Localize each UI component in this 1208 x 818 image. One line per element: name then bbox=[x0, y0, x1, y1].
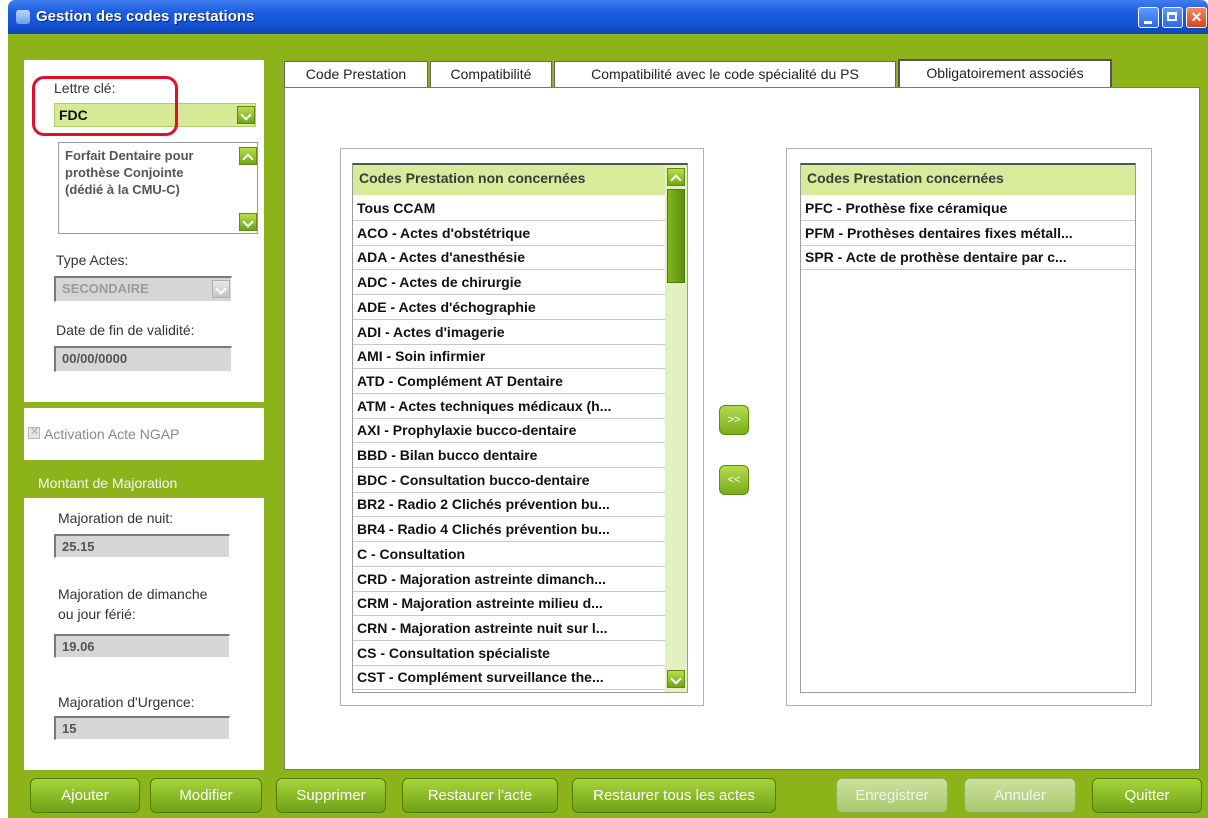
non-concernees-header: Codes Prestation non concernées bbox=[353, 165, 665, 195]
list-item[interactable]: AMI - Soin infirmier bbox=[353, 345, 665, 370]
date-fin-field[interactable]: 00/00/0000 bbox=[54, 346, 232, 372]
list-item[interactable]: BDC - Consultation bucco-dentaire bbox=[353, 469, 665, 493]
list-item[interactable]: SPR - Acte de prothèse dentaire par c... bbox=[801, 246, 1135, 271]
lettre-cle-highlight bbox=[32, 76, 178, 136]
list-item[interactable]: CRM - Majoration astreinte milieu d... bbox=[353, 592, 665, 617]
left-top-panel: Lettre clé: FDC Forfait Dentaire pour pr… bbox=[24, 60, 264, 402]
majoration-header: Montant de Majoration bbox=[38, 475, 178, 491]
list-item[interactable]: CS - Consultation spécialiste bbox=[353, 642, 665, 666]
type-actes-select[interactable]: SECONDAIRE bbox=[54, 276, 232, 302]
check-icon: ✕ bbox=[30, 426, 40, 438]
remove-from-concernees-button[interactable]: << bbox=[719, 465, 749, 495]
list-item[interactable]: BR2 - Radio 2 Clichés prévention bu... bbox=[353, 493, 665, 518]
list-item[interactable]: ADC - Actes de chirurgie bbox=[353, 271, 665, 296]
tab-obligatoirement-associes[interactable]: Obligatoirement associés bbox=[898, 59, 1112, 87]
quitter-button[interactable]: Quitter bbox=[1092, 778, 1202, 813]
type-actes-label: Type Actes: bbox=[56, 252, 129, 268]
list-item[interactable]: ACO - Actes d'obstétrique bbox=[353, 222, 665, 246]
list-item[interactable]: ADI - Actes d'imagerie bbox=[353, 321, 665, 345]
list-item[interactable]: CRD - Majoration astreinte dimanch... bbox=[353, 568, 665, 592]
list-item[interactable]: AXI - Prophylaxie bucco-dentaire bbox=[353, 419, 665, 444]
supprimer-button[interactable]: Supprimer bbox=[276, 778, 386, 813]
dimanche-label-line2: ou jour férié: bbox=[58, 606, 136, 622]
close-icon: ✕ bbox=[1190, 9, 1203, 25]
list-item[interactable]: CST - Complément surveillance the... bbox=[353, 666, 665, 691]
chevron-up-icon[interactable] bbox=[239, 147, 257, 165]
urgence-field[interactable]: 15 bbox=[54, 716, 230, 740]
type-actes-value: SECONDAIRE bbox=[62, 281, 149, 296]
list-item[interactable]: ATD - Complément AT Dentaire bbox=[353, 370, 665, 394]
dimanche-field[interactable]: 19.06 bbox=[54, 634, 230, 658]
chevron-down-icon[interactable] bbox=[237, 106, 255, 124]
list-item[interactable]: PFC - Prothèse fixe céramique bbox=[801, 197, 1135, 221]
tab-compatibilite-specialite[interactable]: Compatibilité avec le code spécialité du… bbox=[554, 61, 896, 87]
scroll-up-button[interactable] bbox=[667, 168, 685, 186]
majoration-panel: Majoration de nuit: 25.15 Majoration de … bbox=[24, 498, 264, 770]
description-box: Forfait Dentaire pour prothèse Conjointe… bbox=[58, 142, 258, 234]
chevron-down-icon[interactable] bbox=[239, 213, 257, 231]
maximize-button[interactable] bbox=[1162, 7, 1183, 28]
list-item[interactable]: ATM - Actes techniques médicaux (h... bbox=[353, 395, 665, 419]
title-bar[interactable]: Gestion des codes prestations ✕ bbox=[8, 0, 1208, 34]
add-to-concernees-button[interactable]: >> bbox=[719, 405, 749, 435]
list-item[interactable]: ADE - Actes d'échographie bbox=[353, 296, 665, 320]
chevron-down-icon[interactable] bbox=[212, 280, 230, 298]
window-title: Gestion des codes prestations bbox=[36, 8, 255, 25]
tab-code-prestation[interactable]: Code Prestation bbox=[284, 61, 428, 87]
annuler-button[interactable]: Annuler bbox=[964, 778, 1076, 813]
urgence-label: Majoration d'Urgence: bbox=[58, 694, 195, 710]
dimanche-label-line1: Majoration de dimanche bbox=[58, 586, 208, 602]
activation-label: Activation Acte NGAP bbox=[44, 426, 180, 442]
list-item[interactable]: PFM - Prothèses dentaires fixes métall..… bbox=[801, 222, 1135, 246]
maximize-icon bbox=[1163, 8, 1182, 27]
minimize-button[interactable] bbox=[1138, 7, 1159, 28]
activation-panel: ✕ Activation Acte NGAP bbox=[24, 408, 264, 460]
list-item[interactable]: ADA - Actes d'anesthésie bbox=[353, 246, 665, 271]
scroll-down-button[interactable] bbox=[667, 670, 685, 688]
non-concernees-list[interactable]: Codes Prestation non concernées Tous CCA… bbox=[352, 163, 688, 693]
description-text: Forfait Dentaire pour prothèse Conjointe… bbox=[65, 148, 194, 197]
nuit-field[interactable]: 25.15 bbox=[54, 534, 230, 558]
ajouter-button[interactable]: Ajouter bbox=[30, 778, 140, 813]
list-item[interactable]: BBD - Bilan bucco dentaire bbox=[353, 444, 665, 468]
app-icon bbox=[16, 10, 30, 24]
list-item[interactable]: C - Consultation bbox=[353, 543, 665, 567]
close-button[interactable]: ✕ bbox=[1186, 7, 1207, 28]
list-item[interactable]: Tous CCAM bbox=[353, 197, 665, 221]
minimize-icon bbox=[1139, 8, 1158, 27]
tab-compatibilite[interactable]: Compatibilité bbox=[430, 61, 552, 87]
date-fin-label: Date de fin de validité: bbox=[56, 322, 195, 338]
enregistrer-button[interactable]: Enregistrer bbox=[836, 778, 948, 813]
restaurer-tous-button[interactable]: Restaurer tous les actes bbox=[572, 778, 776, 813]
modifier-button[interactable]: Modifier bbox=[150, 778, 262, 813]
list-item[interactable]: CRN - Majoration astreinte nuit sur l... bbox=[353, 617, 665, 641]
restaurer-acte-button[interactable]: Restaurer l'acte bbox=[402, 778, 558, 813]
concernees-header: Codes Prestation concernées bbox=[801, 165, 1135, 195]
concernees-list[interactable]: Codes Prestation concernées PFC - Prothè… bbox=[800, 163, 1136, 693]
nuit-label: Majoration de nuit: bbox=[58, 510, 174, 526]
activation-checkbox[interactable]: ✕ bbox=[28, 426, 40, 439]
scrollbar-thumb[interactable] bbox=[667, 189, 685, 283]
list-item[interactable]: BR4 - Radio 4 Clichés prévention bu... bbox=[353, 518, 665, 543]
